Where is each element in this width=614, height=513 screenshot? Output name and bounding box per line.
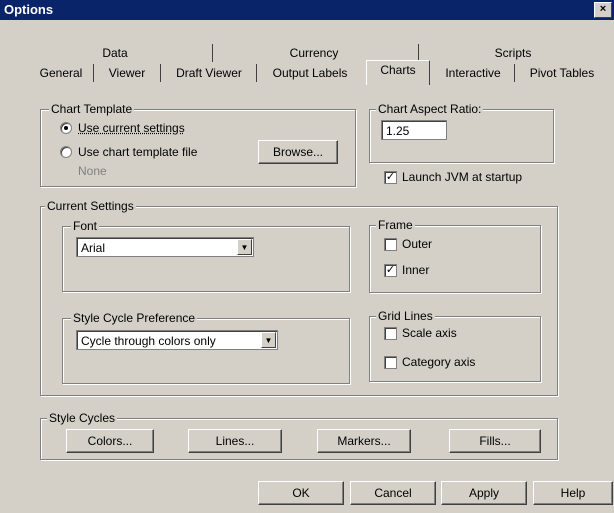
tab-output-labels[interactable]: Output Labels (258, 64, 362, 82)
options-dialog: Options × Data Currency Scripts General … (0, 0, 614, 513)
style-cycles-label: Style Cycles (47, 411, 118, 425)
tab-charts[interactable]: Charts (366, 60, 430, 85)
ok-button[interactable]: OK (258, 481, 344, 505)
browse-button[interactable]: Browse... (258, 140, 338, 164)
tab-scripts[interactable]: Scripts (420, 44, 606, 62)
chevron-down-icon[interactable]: ▼ (261, 332, 276, 348)
style-cycle-select[interactable]: Cycle through colors only ▼ (76, 330, 278, 350)
tab-viewer[interactable]: Viewer (96, 64, 158, 82)
tab-separator (212, 44, 213, 62)
launch-jvm-checkbox[interactable]: ✓ (384, 171, 397, 184)
use-chart-template-file-label[interactable]: Use chart template file (78, 145, 197, 159)
tab-general[interactable]: General (30, 64, 92, 82)
category-axis-checkbox[interactable] (384, 356, 397, 369)
outer-label[interactable]: Outer (402, 237, 432, 251)
inner-checkbox[interactable]: ✓ (384, 264, 397, 277)
style-cycle-select-value: Cycle through colors only (81, 334, 216, 348)
aspect-ratio-input[interactable]: 1.25 (381, 120, 447, 140)
scale-axis-label[interactable]: Scale axis (402, 326, 457, 340)
use-chart-template-file-radio[interactable] (60, 146, 72, 158)
font-select-value: Arial (81, 241, 106, 255)
tab-draft-viewer[interactable]: Draft Viewer (164, 64, 254, 82)
launch-jvm-label[interactable]: Launch JVM at startup (402, 170, 522, 184)
cancel-button[interactable]: Cancel (350, 481, 436, 505)
grid-lines-label: Grid Lines (376, 309, 435, 323)
tab-separator (93, 64, 94, 82)
colors-button[interactable]: Colors... (66, 429, 154, 453)
style-cycle-preference-group: Style Cycle Preference (62, 311, 350, 384)
tab-separator (514, 64, 515, 82)
outer-checkbox[interactable] (384, 238, 397, 251)
scale-axis-checkbox[interactable] (384, 327, 397, 340)
use-current-settings-radio[interactable] (60, 122, 72, 134)
frame-group: Frame (369, 218, 541, 293)
tab-interactive[interactable]: Interactive (432, 64, 514, 82)
aspect-ratio-label: Chart Aspect Ratio: (376, 102, 484, 116)
tab-pivot-tables[interactable]: Pivot Tables (518, 64, 606, 82)
frame-label: Frame (376, 218, 415, 232)
font-select[interactable]: Arial ▼ (76, 237, 254, 257)
title-bar: Options × (0, 0, 614, 20)
font-label: Font (71, 219, 100, 233)
window-title: Options (4, 2, 54, 17)
chevron-down-icon[interactable]: ▼ (237, 239, 252, 255)
help-button[interactable]: Help (533, 481, 613, 505)
lines-button[interactable]: Lines... (188, 429, 282, 453)
tab-separator (256, 64, 257, 82)
inner-label[interactable]: Inner (402, 263, 429, 277)
style-cycle-preference-label: Style Cycle Preference (71, 311, 198, 325)
current-settings-label: Current Settings (45, 199, 136, 213)
fills-button[interactable]: Fills... (449, 429, 541, 453)
apply-button[interactable]: Apply (441, 481, 527, 505)
template-file-value: None (78, 164, 107, 178)
markers-button[interactable]: Markers... (317, 429, 411, 453)
chart-template-label: Chart Template (49, 102, 135, 116)
category-axis-label[interactable]: Category axis (402, 355, 475, 369)
font-group: Font (62, 219, 350, 292)
tab-data[interactable]: Data (20, 44, 210, 62)
close-icon[interactable]: × (594, 2, 612, 18)
tab-separator (160, 64, 161, 82)
use-current-settings-label[interactable]: Use current settings (78, 121, 185, 135)
